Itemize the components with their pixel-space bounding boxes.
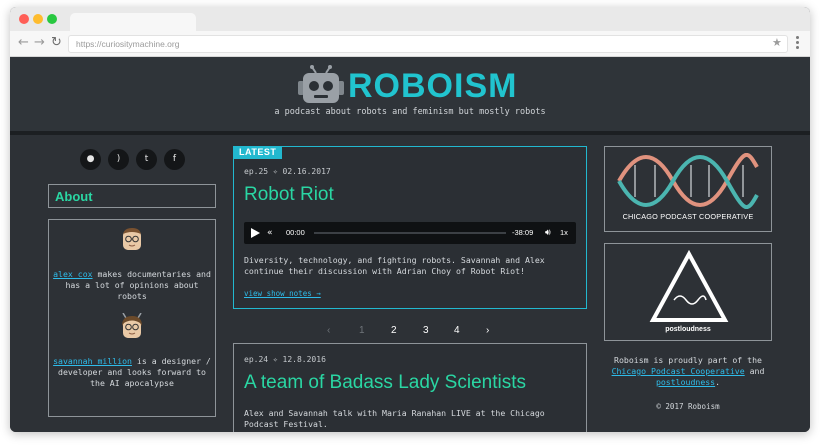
robot-logo-icon xyxy=(298,65,344,103)
alex-bio: alex cox makes documentaries and has a l… xyxy=(53,269,211,302)
show-notes-link[interactable]: view show notes → xyxy=(244,289,321,298)
current-time: 00:00 xyxy=(286,228,305,237)
postloudness-label: postloudness xyxy=(665,326,711,333)
chicago-podcast-coop-badge[interactable]: CHICAGO PODCAST COOPERATIVE xyxy=(604,146,772,232)
site-header: ROBOISM a podcast about robots and femin… xyxy=(10,57,810,131)
audio-player: « 00:00 -38:09 🔊︎ 1x xyxy=(244,222,576,244)
postloudness-badge[interactable]: postloudness xyxy=(604,243,772,341)
about-heading: About xyxy=(55,189,93,204)
savannah-link[interactable]: savannah million xyxy=(53,356,132,366)
playback-speed[interactable]: 1x xyxy=(560,228,568,237)
reload-icon[interactable]: ↻ xyxy=(51,36,62,50)
cpc-wave-logo-icon xyxy=(617,153,759,209)
page-4[interactable]: 4 xyxy=(454,325,460,336)
minimize-window-button[interactable] xyxy=(33,14,43,24)
browser-window: ← → ↻ https://curiositymachine.org ★ ROB… xyxy=(10,7,810,432)
copyright: © 2017 Roboism xyxy=(656,402,720,411)
affiliation-period: . xyxy=(715,377,721,387)
close-window-button[interactable] xyxy=(19,14,29,24)
rewind-icon[interactable]: « xyxy=(267,226,273,240)
rss-icon[interactable]: ) xyxy=(108,149,129,170)
forward-arrow-icon[interactable]: → xyxy=(34,36,45,50)
affiliation-intro: Roboism is proudly part of the xyxy=(614,355,762,365)
postloudness-link[interactable]: postloudness xyxy=(656,377,715,387)
alex-link[interactable]: alex cox xyxy=(53,269,92,279)
about-heading-box: About xyxy=(48,184,216,208)
back-arrow-icon[interactable]: ← xyxy=(18,36,29,50)
latest-episode-card: LATEST ep.25 ✧ 02.16.2017 Robot Riot « 0… xyxy=(233,146,587,309)
episode-card: ep.24 ✧ 12.8.2016 A team of Badass Lady … xyxy=(233,343,587,432)
browser-toolbar: ← → ↻ https://curiositymachine.org ★ xyxy=(10,31,810,57)
episode-description: Diversity, technology, and fighting robo… xyxy=(244,255,545,276)
bookmark-star-icon[interactable]: ★ xyxy=(772,36,782,50)
volume-icon[interactable]: 🔊︎ xyxy=(545,226,551,240)
browser-tab[interactable] xyxy=(70,13,196,31)
site-tagline: a podcast about robots and feminism but … xyxy=(274,107,546,117)
page-2[interactable]: 2 xyxy=(391,325,397,336)
postloudness-triangle-icon xyxy=(649,250,729,322)
play-icon[interactable] xyxy=(251,228,260,238)
cpc-link[interactable]: Chicago Podcast Cooperative xyxy=(612,366,745,376)
about-panel: alex cox makes documentaries and has a l… xyxy=(48,219,216,417)
alex-avatar xyxy=(123,228,141,250)
remaining-time: -38:09 xyxy=(512,228,534,237)
page-content: ROBOISM a podcast about robots and femin… xyxy=(10,57,810,432)
pagination-next[interactable]: › xyxy=(486,325,489,336)
savannah-bio: savannah million is a designer / develop… xyxy=(53,356,211,389)
savannah-avatar xyxy=(122,313,142,338)
episode-title[interactable]: A team of Badass Lady Scientists xyxy=(244,372,526,394)
affiliation-and: and xyxy=(749,366,765,376)
seek-bar[interactable] xyxy=(314,232,506,234)
twitter-icon[interactable]: t xyxy=(136,149,157,170)
latest-badge: LATEST xyxy=(233,146,283,159)
header-divider xyxy=(10,131,810,135)
cpc-label: CHICAGO PODCAST COOPERATIVE xyxy=(622,212,754,221)
browser-menu-icon[interactable] xyxy=(796,36,799,51)
page-1[interactable]: 1 xyxy=(359,325,365,336)
pagination-prev[interactable]: ‹ xyxy=(327,325,330,336)
title-bar xyxy=(10,7,810,31)
episode-meta: ep.24 ✧ 12.8.2016 xyxy=(244,355,326,364)
site-logo-text[interactable]: ROBOISM xyxy=(348,67,517,105)
episode-meta: ep.25 ✧ 02.16.2017 xyxy=(244,167,331,176)
episode-title[interactable]: Robot Riot xyxy=(244,184,334,206)
page-3[interactable]: 3 xyxy=(423,325,429,336)
episode-description: Alex and Savannah talk with Maria Ranaha… xyxy=(244,408,545,429)
apple-podcasts-icon[interactable]: ● xyxy=(80,149,101,170)
network-affiliation-text: Roboism is proudly part of the Chicago P… xyxy=(600,355,776,388)
address-bar[interactable]: https://curiositymachine.org xyxy=(68,35,788,53)
maximize-window-button[interactable] xyxy=(47,14,57,24)
facebook-icon[interactable]: f xyxy=(164,149,185,170)
